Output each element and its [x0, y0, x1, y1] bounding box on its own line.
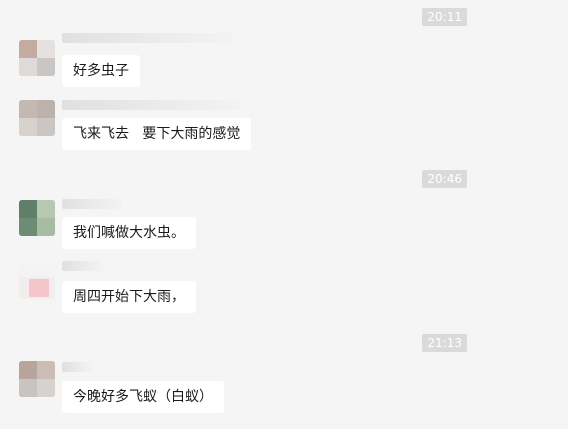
sender-name-blurred	[62, 33, 232, 43]
sender-name-blurred	[62, 362, 92, 372]
avatar[interactable]	[19, 200, 55, 236]
timestamp: 20:11	[422, 8, 467, 26]
message-bubble[interactable]: 好多虫子	[62, 55, 140, 87]
message-bubble[interactable]: 周四开始下大雨，	[62, 281, 196, 313]
chat-message-list[interactable]: 20:11 好多虫子 飞来飞去 要下大雨的感觉 20:46 我们喊做大水虫。 周…	[0, 0, 568, 429]
avatar[interactable]	[19, 100, 55, 136]
sender-name-blurred	[62, 100, 242, 110]
timestamp: 20:46	[422, 170, 467, 188]
timestamp: 21:13	[422, 334, 467, 352]
avatar[interactable]	[19, 361, 55, 397]
message-bubble[interactable]: 我们喊做大水虫。	[62, 217, 196, 249]
avatar[interactable]	[19, 263, 55, 299]
message-bubble[interactable]: 今晚好多飞蚁（白蚁）	[62, 381, 224, 413]
sender-name-blurred	[62, 261, 102, 271]
message-bubble[interactable]: 飞来飞去 要下大雨的感觉	[62, 118, 252, 150]
avatar[interactable]	[19, 40, 55, 76]
sender-name-blurred	[62, 199, 122, 209]
